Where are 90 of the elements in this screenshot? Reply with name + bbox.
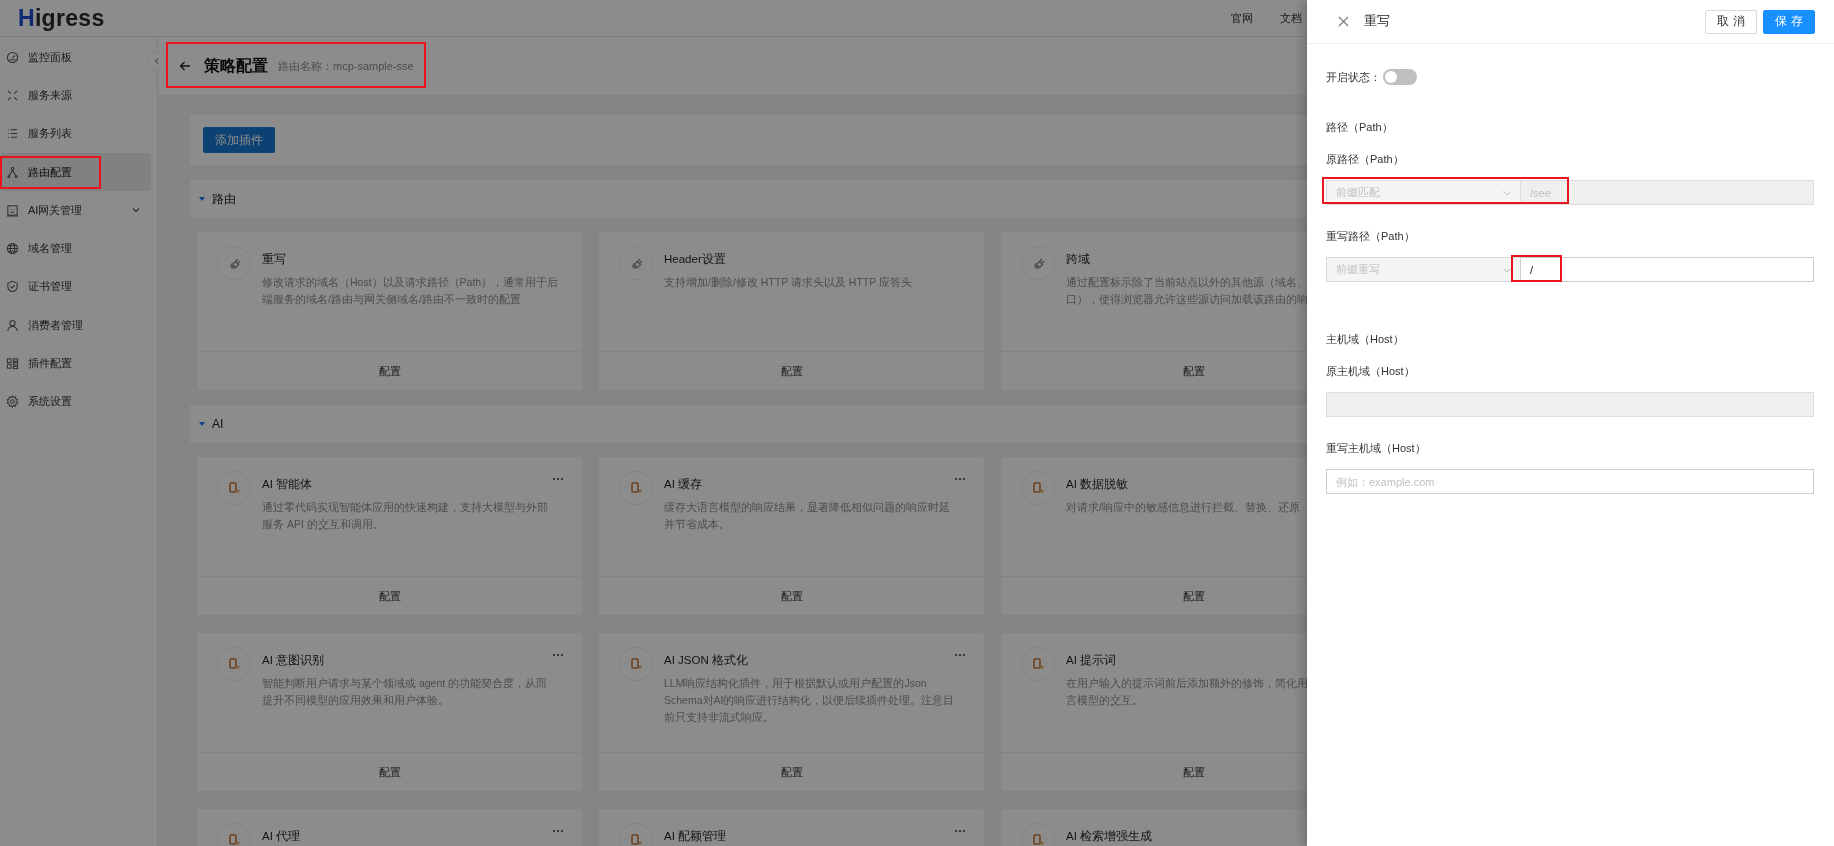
configure-button[interactable]: 配置 <box>197 351 582 390</box>
document-icon <box>628 832 644 846</box>
configure-button[interactable]: 配置 <box>599 752 984 791</box>
configure-button[interactable]: 配置 <box>197 752 582 791</box>
field-label: 开启状态： <box>1326 69 1381 85</box>
logo[interactable]: Higress <box>18 4 105 32</box>
configure-button[interactable]: 配置 <box>1001 576 1307 615</box>
menu-item[interactable]: 服务列表 <box>0 114 151 153</box>
menu-label: 证书管理 <box>28 279 72 295</box>
configure-button[interactable]: 配置 <box>599 576 984 615</box>
menu-label: 服务来源 <box>28 87 72 103</box>
menu-item[interactable]: AI网关管理 <box>0 191 151 230</box>
section-header[interactable]: 路由 <box>190 180 1307 218</box>
add-plugin-button[interactable]: 添加插件 <box>203 127 275 153</box>
section-title: 路由 <box>212 190 236 208</box>
group-heading: 主机域（Host） <box>1326 332 1405 347</box>
plugin-title: AI 配额管理 <box>664 829 727 844</box>
plugin-title: AI 提示词 <box>1066 653 1118 668</box>
plugin-title: AI 意图识别 <box>262 653 326 668</box>
plugin-title: 重写 <box>262 252 287 267</box>
document-icon <box>1030 656 1046 672</box>
more-icon[interactable] <box>552 477 564 481</box>
more-icon[interactable] <box>954 477 966 481</box>
gauge-icon <box>6 50 19 64</box>
plugin-title: AI JSON 格式化 <box>664 653 749 668</box>
drawer-title: 重写 <box>1364 13 1390 30</box>
host-input[interactable]: 例如：example.com <box>1326 469 1814 494</box>
menu-item[interactable]: 消费者管理 <box>0 306 151 345</box>
menu-item[interactable]: 系统设置 <box>0 382 151 421</box>
section-title: AI <box>212 417 224 431</box>
save-button[interactable]: 保 存 <box>1763 9 1815 34</box>
plugin-title: Header设置 <box>664 252 727 267</box>
configure-button[interactable]: 配置 <box>599 351 984 390</box>
more-icon[interactable] <box>954 653 966 657</box>
field-label: 原主机域（Host） <box>1326 364 1416 379</box>
nav-link[interactable]: 文档 <box>1280 10 1302 26</box>
close-icon[interactable] <box>1338 16 1349 27</box>
document-icon <box>628 656 644 672</box>
nav-link[interactable]: 官网 <box>1231 10 1253 26</box>
menu-item[interactable]: 服务来源 <box>0 76 151 115</box>
menu-label: 路由配置 <box>28 164 72 180</box>
grid-icon <box>6 357 19 370</box>
field-label: 重写主机域（Host） <box>1326 441 1427 456</box>
menu-label: 服务列表 <box>28 126 72 142</box>
list-icon <box>6 127 19 141</box>
page-title: 策略配置 <box>204 55 268 76</box>
menu-label: 监控面板 <box>28 49 72 65</box>
more-icon[interactable] <box>954 829 966 833</box>
document-icon <box>226 656 242 672</box>
globe-icon <box>6 242 19 256</box>
more-icon[interactable] <box>552 653 564 657</box>
field-label: 重写路径（Path） <box>1326 229 1416 244</box>
more-icon[interactable] <box>552 829 564 833</box>
document-icon <box>1030 480 1046 496</box>
document-icon <box>628 480 644 496</box>
cross-arrows-icon <box>6 88 19 102</box>
menu-item[interactable]: 路由配置 <box>0 152 151 192</box>
document-icon <box>1030 832 1046 846</box>
branch-icon <box>6 165 19 179</box>
document-icon <box>226 480 242 496</box>
menu-label: 消费者管理 <box>28 317 83 333</box>
menu-item[interactable]: 插件配置 <box>0 344 151 383</box>
configure-button[interactable]: 配置 <box>1001 351 1307 390</box>
menu-label: 插件配置 <box>28 356 72 371</box>
document-icon <box>226 832 242 846</box>
plugin-title: AI 检索增强生成 <box>1066 829 1153 844</box>
menu-item[interactable]: 域名管理 <box>0 229 151 268</box>
plugin-title: AI 代理 <box>262 829 301 844</box>
plugin-title: AI 智能体 <box>262 477 314 492</box>
cancel-button[interactable]: 取 消 <box>1705 9 1757 34</box>
menu-label: AI网关管理 <box>28 202 83 218</box>
toggle-switch[interactable] <box>1383 69 1417 85</box>
configure-button[interactable]: 配置 <box>197 576 582 615</box>
menu-item[interactable]: 证书管理 <box>0 267 151 307</box>
section-header[interactable]: AI <box>190 405 1307 443</box>
chevron-left-icon <box>153 57 161 65</box>
menu-label: 域名管理 <box>28 241 72 257</box>
back-arrow-icon[interactable] <box>179 60 191 72</box>
robot-icon <box>6 203 19 217</box>
field-label: 原路径（Path） <box>1326 152 1405 167</box>
menu-label: 系统设置 <box>28 394 72 410</box>
settings-icon <box>6 395 19 409</box>
user-icon <box>6 318 19 332</box>
plugin-title: AI 缓存 <box>664 477 704 492</box>
group-heading: 路径（Path） <box>1326 120 1394 135</box>
plugin-title: 跨域 <box>1066 252 1091 267</box>
path-input[interactable]: / <box>1520 257 1814 282</box>
shield-icon <box>6 280 19 294</box>
plugin-title: AI 数据脱敏 <box>1066 477 1130 492</box>
configure-button[interactable]: 配置 <box>1001 752 1307 791</box>
